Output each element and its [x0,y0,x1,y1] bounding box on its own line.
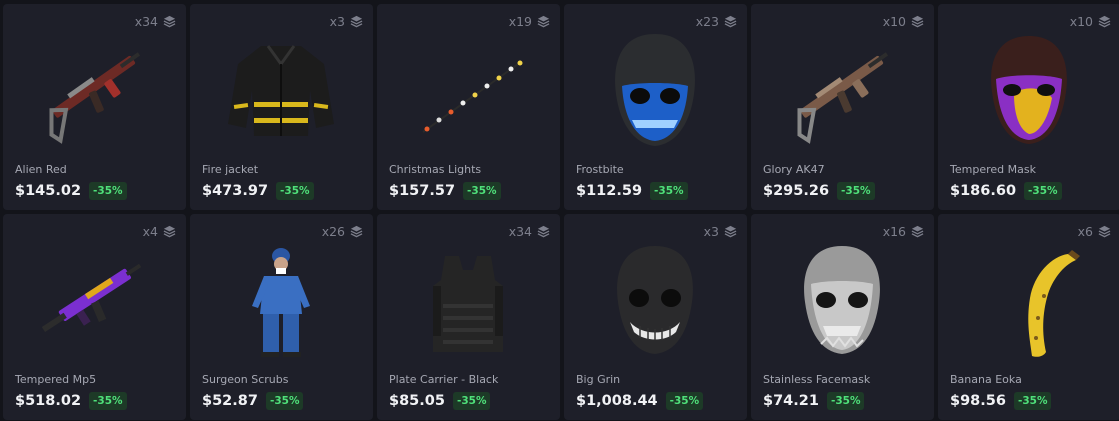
banana-image [964,234,1094,364]
item-card[interactable]: x3 Big Grin $1,008.44 -35% [564,214,747,420]
item-card[interactable]: x19 Christmas Lights $157.57 -35% [377,4,560,210]
item-name: Fire jacket [202,163,259,176]
item-name: Glory AK47 [763,163,825,176]
mask-stainless-image [777,234,907,364]
item-price: $518.02 [15,393,82,409]
stack-icon [163,15,176,28]
stack-icon [724,15,737,28]
discount-badge: -35% [826,392,865,410]
item-name: Big Grin [576,373,621,386]
item-name: Tempered Mask [950,163,1036,176]
item-name: Tempered Mp5 [15,373,97,386]
discount-badge: -35% [837,182,875,200]
price-row: $295.26 -35% [763,182,875,200]
item-price: $145.02 [15,183,82,199]
discount-badge: -35% [1013,392,1052,410]
stack-icon [350,225,363,238]
item-card[interactable]: x3 Fire jacket $473.97 -35% [190,4,373,210]
stack-icon [350,15,363,28]
item-price: $74.21 [763,393,819,409]
item-price: $98.56 [950,393,1006,409]
lights-image [403,24,533,154]
item-card[interactable]: x4 Tempered Mp5 $518.02 -35% [3,214,186,420]
price-row: $518.02 -35% [15,392,127,410]
stack-icon [163,225,176,238]
discount-badge: -35% [265,392,304,410]
vest-image [403,234,533,364]
item-price: $52.87 [202,393,258,409]
price-row: $52.87 -35% [202,392,304,410]
smg-image [29,234,159,364]
item-price: $112.59 [576,183,643,199]
item-grid: x34 Alien Red $145.02 -35% x3 Fire jacke… [3,4,1119,420]
item-price: $1,008.44 [576,393,658,409]
price-row: $145.02 -35% [15,182,127,200]
item-card[interactable]: x6 Banana Eoka $98.56 -35% [938,214,1119,420]
mask-grin-image [590,234,720,364]
jacket-image [216,24,346,154]
price-row: $186.60 -35% [950,182,1062,200]
discount-badge: -35% [1024,182,1062,200]
stack-icon [911,15,924,28]
stack-icon [537,15,550,28]
discount-badge: -35% [89,392,127,410]
price-row: $112.59 -35% [576,182,688,200]
item-name: Alien Red [15,163,67,176]
mask-tempered-image [964,24,1094,154]
item-card[interactable]: x16 Stainless Facemask $74.21 -35% [751,214,934,420]
item-name: Plate Carrier - Black [389,373,499,386]
item-card[interactable]: x10 Tempered Mask $186.60 -35% [938,4,1119,210]
item-name: Stainless Facemask [763,373,871,386]
scrubs-image [216,234,346,364]
rifle-glory-image [777,24,907,154]
price-row: $74.21 -35% [763,392,865,410]
item-price: $186.60 [950,183,1017,199]
stack-icon [1098,15,1111,28]
item-card[interactable]: x23 Frostbite $112.59 -35% [564,4,747,210]
item-name: Surgeon Scrubs [202,373,289,386]
item-price: $473.97 [202,183,269,199]
item-name: Christmas Lights [389,163,482,176]
discount-badge: -35% [650,182,688,200]
discount-badge: -35% [452,392,491,410]
item-card[interactable]: x26 Surgeon Scrubs $52.87 -35% [190,214,373,420]
item-price: $85.05 [389,393,445,409]
rifle-red-image [29,24,159,154]
item-name: Frostbite [576,163,624,176]
item-price: $157.57 [389,183,456,199]
item-card[interactable]: x34 Alien Red $145.02 -35% [3,4,186,210]
item-card[interactable]: x34 Plate Carrier - Black $85.05 -35% [377,214,560,420]
price-row: $473.97 -35% [202,182,314,200]
price-row: $157.57 -35% [389,182,501,200]
discount-badge: -35% [276,182,314,200]
discount-badge: -35% [665,392,704,410]
stack-icon [724,225,737,238]
item-price: $295.26 [763,183,830,199]
price-row: $1,008.44 -35% [576,392,704,410]
price-row: $98.56 -35% [950,392,1052,410]
stack-icon [1098,225,1111,238]
discount-badge: -35% [89,182,127,200]
price-row: $85.05 -35% [389,392,491,410]
stack-icon [537,225,550,238]
discount-badge: -35% [463,182,501,200]
item-name: Banana Eoka [950,373,1022,386]
mask-frost-image [590,24,720,154]
stack-icon [911,225,924,238]
item-card[interactable]: x10 Glory AK47 $295.26 -35% [751,4,934,210]
